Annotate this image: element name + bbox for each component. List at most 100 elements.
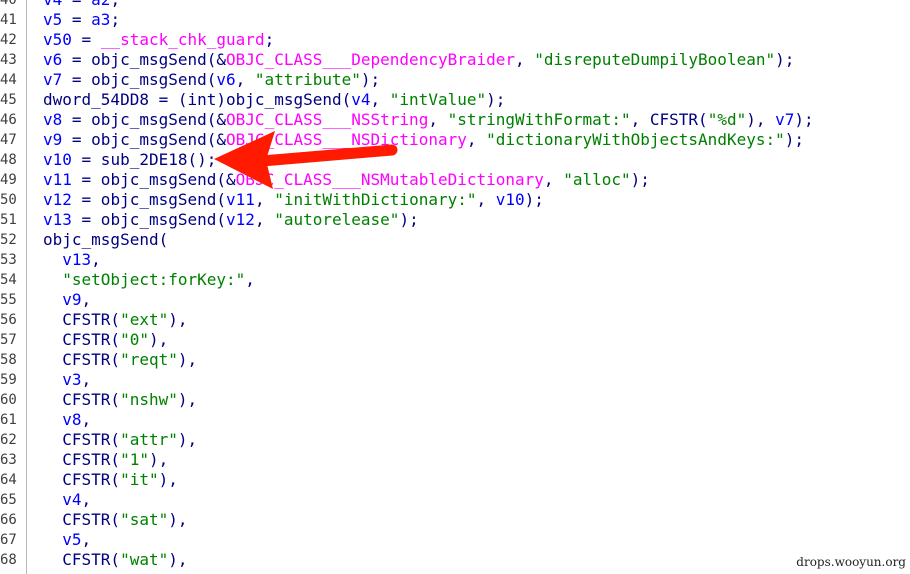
code-text: , [370, 90, 390, 109]
code-line[interactable]: 49 v11 = objc_msgSend(&OBJC_CLASS___NSMut… [0, 170, 910, 190]
code-text: , CFSTR( [630, 110, 708, 129]
line-number: 61 [0, 412, 17, 428]
string-literal: "ext" [120, 310, 169, 329]
code-line[interactable]: 57 CFSTR("0"), [0, 330, 910, 350]
code-content: "setObject:forKey:", [43, 270, 255, 290]
line-number: 46 [0, 112, 17, 128]
line-number: 58 [0, 352, 17, 368]
code-line[interactable]: 62 CFSTR("attr"), [0, 430, 910, 450]
code-line[interactable]: 43 v6 = objc_msgSend(&OBJC_CLASS___Depend… [0, 50, 910, 70]
code-text: , [81, 290, 92, 309]
code-content: v5, [43, 530, 91, 550]
line-number: 47 [0, 132, 17, 148]
code-text: , [254, 190, 275, 209]
code-line[interactable]: 54 "setObject:forKey:", [0, 270, 910, 290]
string-literal: "autorelease" [274, 210, 400, 229]
watermark: drops.wooyun.org [796, 555, 906, 569]
code-line[interactable]: 51 v13 = objc_msgSend(v12, "autorelease")… [0, 210, 910, 230]
variable-token: v4 [62, 490, 82, 509]
code-text: objc_msgSend( [43, 230, 169, 249]
line-number: 48 [0, 152, 17, 168]
line-number: 67 [0, 532, 17, 548]
line-number: 50 [0, 192, 17, 208]
string-literal: "intValue" [389, 90, 487, 109]
code-line[interactable]: 50 v12 = objc_msgSend(v11, "initWithDicti… [0, 190, 910, 210]
line-number: 57 [0, 332, 17, 348]
code-content: v4, [43, 490, 91, 510]
code-text: ; [110, 10, 121, 29]
code-content: CFSTR("nshw"), [43, 390, 197, 410]
code-line[interactable]: 44 v7 = objc_msgSend(v6, "attribute"); [0, 70, 910, 90]
code-line[interactable]: 60 CFSTR("nshw"), [0, 390, 910, 410]
code-line[interactable]: 61 v8, [0, 410, 910, 430]
code-line[interactable]: 66 CFSTR("sat"), [0, 510, 910, 530]
code-text: ; [264, 30, 275, 49]
code-line[interactable]: 52 objc_msgSend( [0, 230, 910, 250]
code-text: ), [148, 330, 169, 349]
variable-token: v6 [43, 50, 63, 69]
code-line[interactable]: 42 v50 = __stack_chk_guard; [0, 30, 910, 50]
string-literal: "disreputeDumpilyBoolean" [534, 50, 776, 69]
code-text: CFSTR( [43, 330, 121, 349]
code-text: = sub_2DE18(); [71, 150, 217, 169]
code-line[interactable]: 46 v8 = objc_msgSend(&OBJC_CLASS___NSStri… [0, 110, 910, 130]
code-line[interactable]: 48 v10 = sub_2DE18(); [0, 150, 910, 170]
variable-token: v7 [775, 110, 795, 129]
code-line[interactable]: 59 v3, [0, 370, 910, 390]
code-text: ), [158, 470, 178, 489]
symbol-token: OBJC_CLASS___NSString [226, 110, 429, 129]
code-text: = objc_msgSend(& [62, 130, 227, 149]
line-number: 52 [0, 232, 17, 248]
code-content: CFSTR("0"), [43, 330, 168, 350]
line-number: 41 [0, 12, 17, 28]
code-line[interactable]: 55 v9, [0, 290, 910, 310]
line-number: 64 [0, 472, 17, 488]
code-content: CFSTR("wat"), [43, 550, 187, 570]
code-text: = objc_msgSend( [71, 210, 227, 229]
symbol-token: OBJC_CLASS___DependencyBraider [226, 50, 516, 69]
code-text: , [466, 130, 487, 149]
code-text: ), [168, 310, 188, 329]
line-number: 49 [0, 172, 17, 188]
variable-token: v9 [62, 290, 82, 309]
string-literal: "nshw" [120, 390, 178, 409]
code-line[interactable]: 40 v4 = a2; [0, 0, 910, 10]
code-line[interactable]: 47 v9 = objc_msgSend(&OBJC_CLASS___NSDict… [0, 130, 910, 150]
line-number: 65 [0, 492, 17, 508]
code-text: ), [746, 110, 776, 129]
line-number: 43 [0, 52, 17, 68]
string-literal: "attr" [120, 430, 178, 449]
code-text: = objc_msgSend(& [71, 170, 236, 189]
code-content: v8, [43, 410, 91, 430]
code-line[interactable]: 56 CFSTR("ext"), [0, 310, 910, 330]
code-line[interactable]: 45 dword_54DD8 = (int)objc_msgSend(v4, "i… [0, 90, 910, 110]
code-line[interactable]: 67 v5, [0, 530, 910, 550]
code-line[interactable]: 68 CFSTR("wat"), [0, 550, 910, 570]
variable-token: v8 [43, 110, 63, 129]
string-literal: "stringWithFormat:" [447, 110, 631, 129]
line-number: 62 [0, 432, 17, 448]
code-text: = [62, 0, 91, 9]
code-line[interactable]: 64 CFSTR("it"), [0, 470, 910, 490]
code-content: v6 = objc_msgSend(&OBJC_CLASS___Dependen… [43, 50, 794, 70]
code-text: ); [399, 210, 419, 229]
code-content: v5 = a3; [43, 10, 120, 30]
code-content: v12 = objc_msgSend(v11, "initWithDiction… [43, 190, 544, 210]
code-text: dword_54DD8 = (int)objc_msgSend( [43, 90, 352, 109]
variable-token: v13 [62, 250, 92, 269]
code-line[interactable]: 41 v5 = a3; [0, 10, 910, 30]
code-text: = [71, 30, 101, 49]
line-number: 55 [0, 292, 17, 308]
code-text: , [81, 410, 92, 429]
code-line[interactable]: 53 v13, [0, 250, 910, 270]
code-text: , [91, 250, 101, 269]
pseudocode-view[interactable]: 40 v4 = a2; 41 v5 = a3; 42 v50 = __stack_chk_… [0, 0, 910, 574]
code-line[interactable]: 65 v4, [0, 490, 910, 510]
code-line[interactable]: 63 CFSTR("1"), [0, 450, 910, 470]
variable-token: v13 [43, 210, 72, 229]
code-text: ); [630, 170, 650, 189]
code-text: ; [110, 0, 120, 9]
code-line[interactable]: 58 CFSTR("reqt"), [0, 350, 910, 370]
